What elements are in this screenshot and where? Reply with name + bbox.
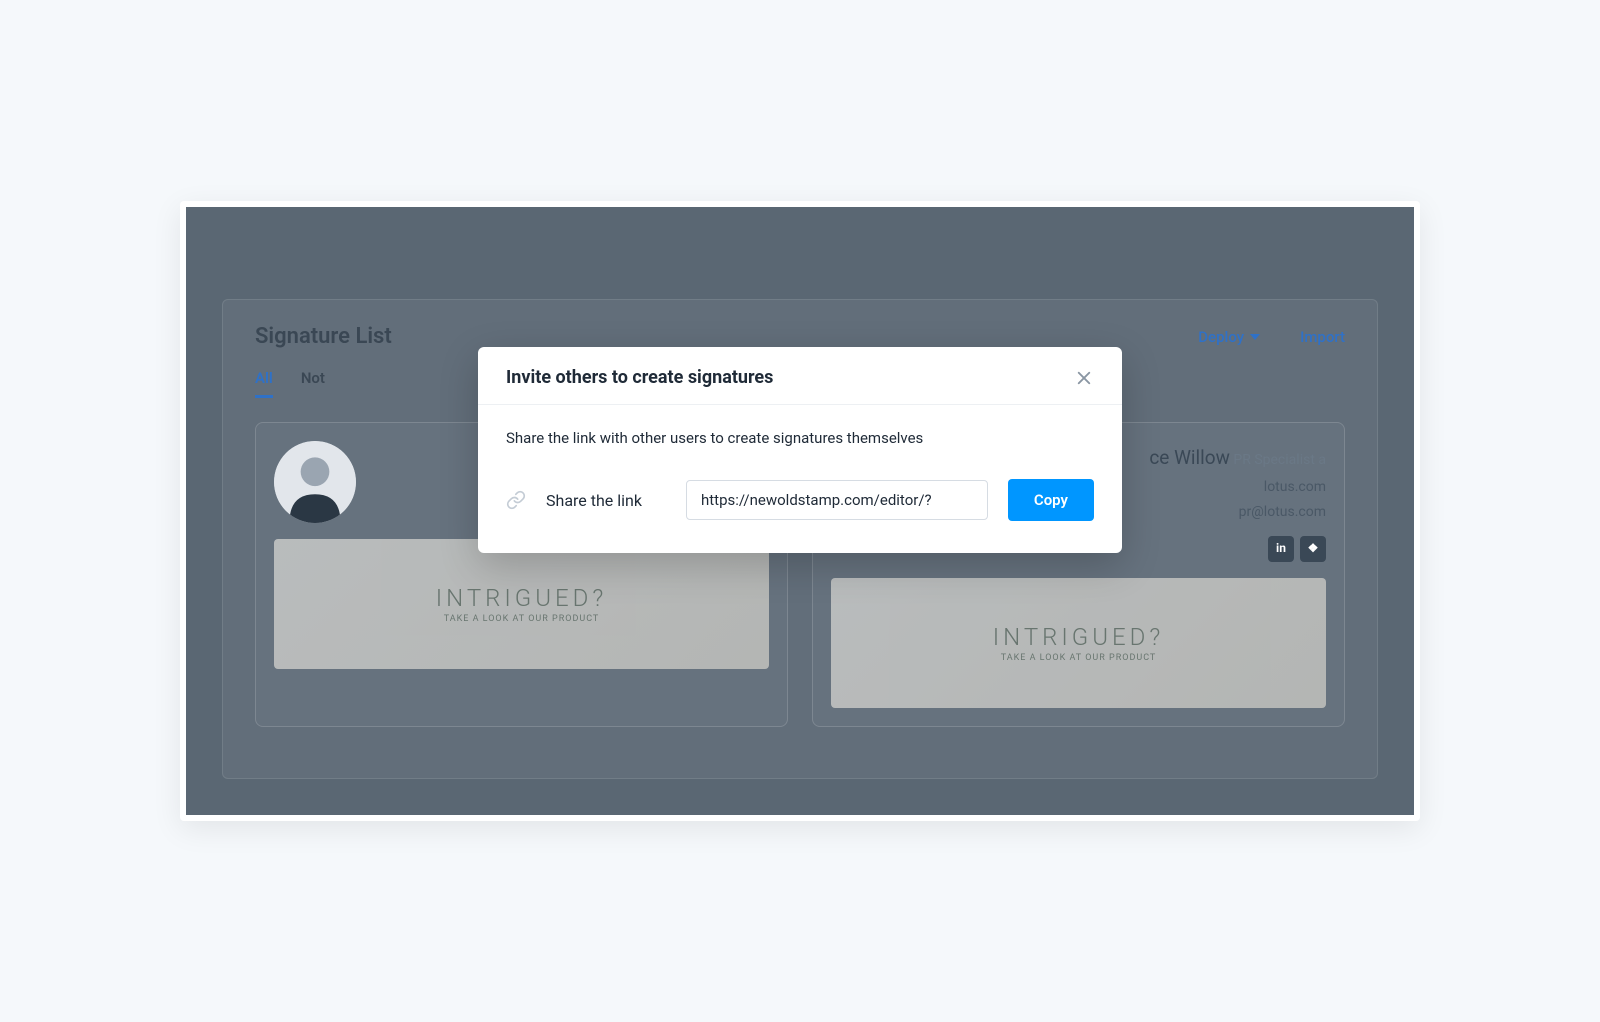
close-icon xyxy=(1075,369,1093,387)
modal-description: Share the link with other users to creat… xyxy=(506,429,1094,447)
share-label: Share the link xyxy=(546,491,666,510)
share-row: Share the link Copy xyxy=(506,479,1094,521)
modal-title: Invite others to create signatures xyxy=(506,367,773,388)
modal-body: Share the link with other users to creat… xyxy=(478,405,1122,553)
share-link-input[interactable] xyxy=(686,480,988,520)
copy-button[interactable]: Copy xyxy=(1008,479,1094,521)
invite-modal: Invite others to create signatures Share… xyxy=(478,347,1122,553)
modal-header: Invite others to create signatures xyxy=(478,347,1122,405)
app-frame: Signature List Deploy Import All Not xyxy=(180,201,1420,821)
link-icon xyxy=(506,490,526,510)
modal-overlay: Invite others to create signatures Share… xyxy=(186,207,1414,815)
app-inner: Signature List Deploy Import All Not xyxy=(186,207,1414,815)
close-button[interactable] xyxy=(1074,368,1094,388)
